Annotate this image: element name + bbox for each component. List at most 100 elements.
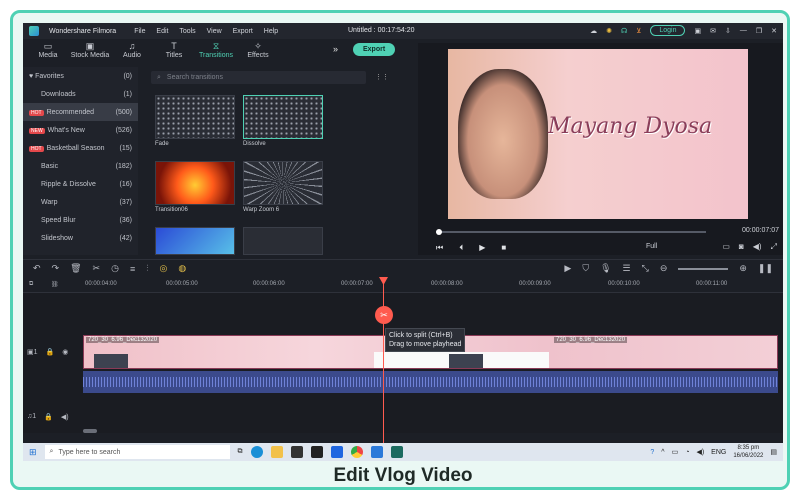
transition-marker[interactable] [449, 354, 483, 368]
snapshot-icon[interactable]: ⤡ [642, 263, 649, 274]
dropbox-icon[interactable] [330, 446, 343, 458]
task-view-icon[interactable]: ⧉ [238, 448, 243, 456]
store-icon[interactable] [290, 446, 303, 458]
menu-tools[interactable]: Tools [179, 28, 195, 35]
transition-marker[interactable] [94, 354, 128, 368]
sidebar-item-warp[interactable]: Warp (37) [23, 193, 138, 211]
menu-view[interactable]: View [207, 28, 222, 35]
edge-icon[interactable] [250, 446, 263, 458]
audio-waveform-track[interactable] [83, 371, 778, 393]
sidebar-item-ripple[interactable]: Ripple & Dissolve (16) [23, 175, 138, 193]
list-icon[interactable]: ☰ [623, 263, 631, 274]
transition-thumb-warp-zoom[interactable] [243, 161, 323, 205]
transition-thumb-fade[interactable] [155, 95, 235, 139]
cut-icon[interactable]: ✂ [93, 263, 101, 274]
playhead-line[interactable] [383, 277, 384, 443]
delete-icon[interactable]: 🗑 [70, 263, 81, 274]
tab-stock-media[interactable]: ▣ Stock Media [69, 42, 111, 60]
fullscreen-icon[interactable]: ⤢ [771, 242, 777, 252]
cloud-icon[interactable]: ☁ [590, 27, 597, 35]
bulb-icon[interactable]: ✺ [606, 27, 612, 35]
export-button[interactable]: Export [353, 43, 396, 56]
grid-view-icon[interactable]: ⋮⋮ [375, 73, 389, 81]
stabilize-icon[interactable]: ◍ [178, 263, 186, 274]
menu-export[interactable]: Export [233, 28, 253, 35]
tab-media[interactable]: ▭ Media [27, 42, 69, 60]
help-icon[interactable]: ? [650, 449, 654, 456]
play-icon[interactable]: ▶ [479, 243, 485, 253]
mic-icon[interactable]: 🎙 [600, 263, 611, 274]
mail-icon[interactable]: ✉ [710, 27, 716, 35]
step-back-icon[interactable]: ⏴ [459, 243, 463, 253]
file-explorer-icon[interactable] [270, 446, 283, 458]
link-icon[interactable]: ⛓ [51, 281, 59, 288]
sidebar-item-recommended[interactable]: HOT Recommended (500) [23, 103, 138, 121]
language-label[interactable]: ENG [711, 449, 726, 456]
maximize-icon[interactable]: ❐ [756, 27, 762, 35]
shield-icon[interactable]: ⛉ [582, 263, 589, 274]
speaker-icon[interactable]: ◀) [61, 413, 69, 421]
login-button[interactable]: Login [650, 25, 686, 36]
taskbar-clock[interactable]: 8:35 pm 16/06/2022 [733, 444, 763, 460]
more-tabs-icon[interactable]: » [333, 44, 338, 54]
mail-app-icon[interactable] [310, 446, 323, 458]
redo-icon[interactable]: ↷ [52, 263, 60, 274]
menu-file[interactable]: File [134, 28, 145, 35]
search-transitions-input[interactable]: ⌕ Search transitions [151, 71, 366, 84]
network-icon[interactable]: ◔ [685, 449, 689, 456]
eye-icon[interactable]: ◉ [62, 348, 68, 356]
monitor-icon[interactable]: ▭ [722, 242, 730, 252]
chevron-up-icon[interactable]: ^ [661, 449, 664, 456]
render-icon[interactable]: ▶ [564, 263, 571, 274]
zoom-out-icon[interactable]: ⊖ [660, 263, 668, 274]
speed-icon[interactable]: ◷ [111, 263, 119, 274]
transition-thumb-dissolve[interactable] [243, 95, 323, 139]
windows-start-icon[interactable]: ⊞ [29, 447, 37, 458]
taskbar-search-input[interactable]: ⌕ Type here to search [44, 445, 230, 459]
volume-icon[interactable]: ◀) [753, 242, 762, 252]
notification-icon[interactable]: ▤ [770, 448, 777, 456]
track-add-icon[interactable]: ⧉ [29, 281, 33, 288]
tab-transitions[interactable]: ⧖ Transitions [195, 42, 237, 60]
minimize-icon[interactable]: — [740, 27, 747, 34]
lock-icon[interactable]: 🔒 [44, 413, 53, 421]
filmora-taskbar-icon[interactable] [390, 446, 403, 458]
transition-thumb-06[interactable] [155, 161, 235, 205]
sidebar-item-whats-new[interactable]: NEW What's New (526) [23, 121, 138, 139]
transition-thumb-more-2[interactable] [243, 227, 323, 255]
zoom-slider[interactable] [678, 267, 729, 270]
seek-handle[interactable] [436, 229, 442, 235]
download-icon[interactable]: ⇩ [725, 27, 731, 35]
sidebar-item-basic[interactable]: Basic (182) [23, 157, 138, 175]
color-icon[interactable]: ◎ [159, 263, 167, 274]
sidebar-item-speed-blur[interactable]: Speed Blur (36) [23, 211, 138, 229]
notes-icon[interactable] [370, 446, 383, 458]
cart-icon[interactable]: ⊻ [636, 27, 641, 35]
tab-audio[interactable]: ♫ Audio [111, 42, 153, 60]
split-scissors-icon[interactable]: ✂ [375, 306, 393, 324]
close-icon[interactable]: ✕ [771, 27, 777, 35]
undo-icon[interactable]: ↶ [33, 263, 41, 274]
tab-titles[interactable]: T Titles [153, 42, 195, 60]
tab-effects[interactable]: ✧ Effects [237, 42, 279, 60]
quality-select[interactable]: Full [646, 243, 657, 250]
sidebar-item-downloads[interactable]: Downloads (1) [23, 85, 138, 103]
sidebar-item-basketball[interactable]: HOT Basketball Season (15) [23, 139, 138, 157]
preview-seekbar[interactable] [436, 229, 706, 235]
adjust-icon[interactable]: ≡ [130, 264, 135, 274]
stop-icon[interactable]: ■ [501, 243, 506, 253]
sidebar-item-slideshow[interactable]: Slideshow (42) [23, 229, 138, 247]
menu-help[interactable]: Help [264, 28, 278, 35]
prev-frame-icon[interactable]: ⏮ [436, 243, 443, 253]
chrome-icon[interactable] [350, 446, 363, 458]
transition-thumb-more[interactable] [155, 227, 235, 255]
sidebar-item-favorites[interactable]: ♥ Favorites (0) [23, 67, 138, 85]
battery-icon[interactable]: ▭ [672, 448, 679, 456]
save-icon[interactable]: ▣ [694, 27, 701, 35]
headset-icon[interactable]: ☊ [621, 27, 627, 35]
menu-edit[interactable]: Edit [156, 28, 168, 35]
audio-wave-icon[interactable]: ⫶ [146, 263, 148, 274]
lock-icon[interactable]: 🔒 [46, 348, 55, 356]
pause-icon[interactable]: ❚❚ [758, 263, 773, 274]
zoom-in-icon[interactable]: ⊕ [739, 263, 747, 274]
